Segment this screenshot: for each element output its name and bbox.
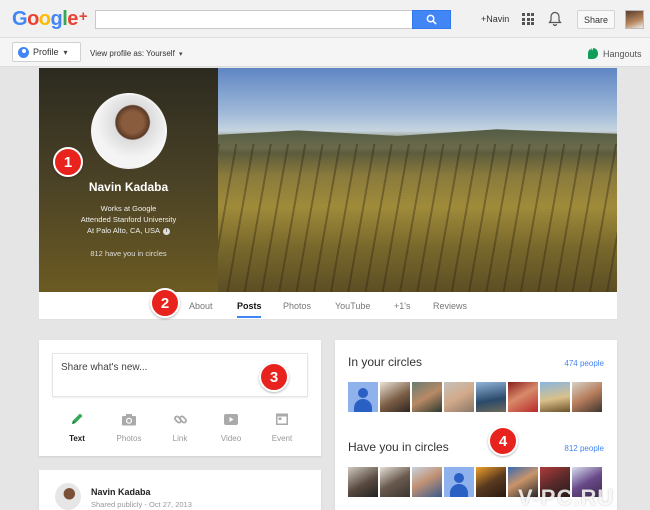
profile-location-text: At Palo Alto, CA, USA: [87, 226, 160, 235]
avatar[interactable]: [444, 382, 474, 412]
in-your-circles-avatars: [348, 382, 602, 412]
annotation-badge: 1: [53, 147, 83, 177]
profile-name: Navin Kadaba: [88, 180, 169, 194]
tab-about[interactable]: About: [189, 301, 213, 311]
annotation-badge: 4: [488, 426, 518, 456]
camera-icon: [122, 413, 136, 425]
profile-tabs: About Posts Photos YouTube +1's Reviews: [39, 292, 617, 320]
profile-photo[interactable]: [91, 93, 167, 169]
have-you-in-circles-count[interactable]: 812 have you in circles: [39, 249, 218, 258]
share-text-button[interactable]: Text: [52, 410, 102, 443]
share-text-label: Text: [69, 434, 85, 443]
avatar[interactable]: [572, 382, 602, 412]
active-tab-indicator: [237, 316, 261, 318]
avatar[interactable]: [380, 467, 410, 497]
view-profile-as-label: View profile as: Yourself: [90, 49, 175, 58]
video-icon: [224, 413, 238, 425]
share-link-label: Link: [172, 434, 188, 443]
share-event-label: Event: [271, 434, 293, 443]
hangouts-label: Hangouts: [603, 48, 642, 59]
top-bar: Google+ +Navin Share: [0, 0, 650, 38]
annotation-badge: 2: [150, 288, 180, 318]
share-photos-button[interactable]: Photos: [104, 410, 154, 443]
post-author-name[interactable]: Navin Kadaba: [91, 487, 151, 497]
google-plus-logo[interactable]: Google+: [12, 8, 88, 31]
search-input[interactable]: [95, 10, 413, 29]
share-link-button[interactable]: Link: [155, 410, 205, 443]
logo-letter: +: [78, 8, 88, 25]
profile-menu-button[interactable]: Profile ▾: [12, 42, 81, 62]
post-card: Navin Kadaba Shared publicly - Oct 27, 2…: [39, 470, 321, 510]
info-icon[interactable]: i: [162, 227, 170, 235]
hangouts-button[interactable]: Hangouts: [588, 46, 642, 60]
avatar[interactable]: [348, 382, 378, 412]
tab-reviews[interactable]: Reviews: [433, 301, 467, 311]
share-event-button[interactable]: Event: [257, 410, 307, 443]
profile-icon: [18, 46, 29, 58]
have-you-in-circles-title[interactable]: Have you in circles: [348, 440, 449, 454]
avatar[interactable]: [412, 382, 442, 412]
chevron-down-icon: ▾: [179, 51, 183, 58]
user-profile-link[interactable]: +Navin: [481, 14, 509, 24]
avatar[interactable]: [412, 467, 442, 497]
search-button[interactable]: [412, 10, 451, 29]
tab-photos[interactable]: Photos: [283, 301, 311, 311]
share-video-button[interactable]: Video: [206, 410, 256, 443]
profile-education: Attended Stanford University: [80, 215, 177, 224]
avatar[interactable]: [508, 382, 538, 412]
apps-grid-icon[interactable]: [522, 13, 534, 25]
share-video-label: Video: [220, 434, 242, 443]
hangouts-icon: [588, 46, 598, 60]
in-your-circles-title[interactable]: In your circles: [348, 355, 422, 369]
logo-letter: e: [67, 8, 78, 30]
profile-location: At Palo Alto, CA, USA i: [39, 226, 218, 235]
tab-youtube[interactable]: YouTube: [335, 301, 370, 311]
calendar-icon: [276, 413, 288, 425]
avatar[interactable]: [476, 467, 506, 497]
cover-photo-vineyard-rows: [218, 144, 617, 292]
logo-letter: o: [38, 8, 51, 30]
link-icon: [173, 415, 187, 423]
avatar[interactable]: [540, 382, 570, 412]
cover-photo: [218, 68, 617, 292]
have-you-in-circles-count-link[interactable]: 812 people: [564, 444, 604, 453]
profile-menu-label: Profile: [33, 47, 59, 57]
account-avatar[interactable]: [625, 10, 644, 29]
tab-plus-ones[interactable]: +1's: [394, 301, 410, 311]
notifications-bell-icon[interactable]: [548, 11, 562, 27]
post-author-avatar[interactable]: [55, 483, 81, 510]
post-meta: Shared publicly - Oct 27, 2013: [91, 500, 192, 509]
annotation-badge: 3: [259, 362, 289, 392]
profile-subbar: Profile ▾ View profile as: Yourself ▾ Ha…: [0, 38, 650, 67]
avatar[interactable]: [380, 382, 410, 412]
in-your-circles-count[interactable]: 474 people: [564, 359, 604, 368]
profile-work: Works at Google: [100, 204, 157, 213]
avatar[interactable]: [476, 382, 506, 412]
logo-letter: g: [50, 8, 63, 30]
share-box: Share what's new... Text Photos Link Vid…: [39, 340, 321, 456]
profile-info-panel: Navin Kadaba Works at Google Attended St…: [39, 68, 218, 292]
tab-posts[interactable]: Posts: [237, 301, 262, 311]
search-icon: [426, 14, 437, 25]
profile-cover: Navin Kadaba Works at Google Attended St…: [39, 68, 617, 292]
site-watermark: V-PC.RU: [518, 485, 615, 510]
share-photos-label: Photos: [116, 434, 142, 443]
share-button[interactable]: Share: [577, 10, 615, 29]
avatar[interactable]: [444, 467, 474, 497]
pencil-icon: [72, 413, 83, 424]
logo-letter: o: [27, 8, 39, 30]
avatar[interactable]: [348, 467, 378, 497]
view-profile-as-dropdown[interactable]: View profile as: Yourself ▾: [90, 49, 183, 58]
chevron-down-icon: ▾: [63, 47, 68, 57]
logo-letter: G: [12, 8, 28, 30]
